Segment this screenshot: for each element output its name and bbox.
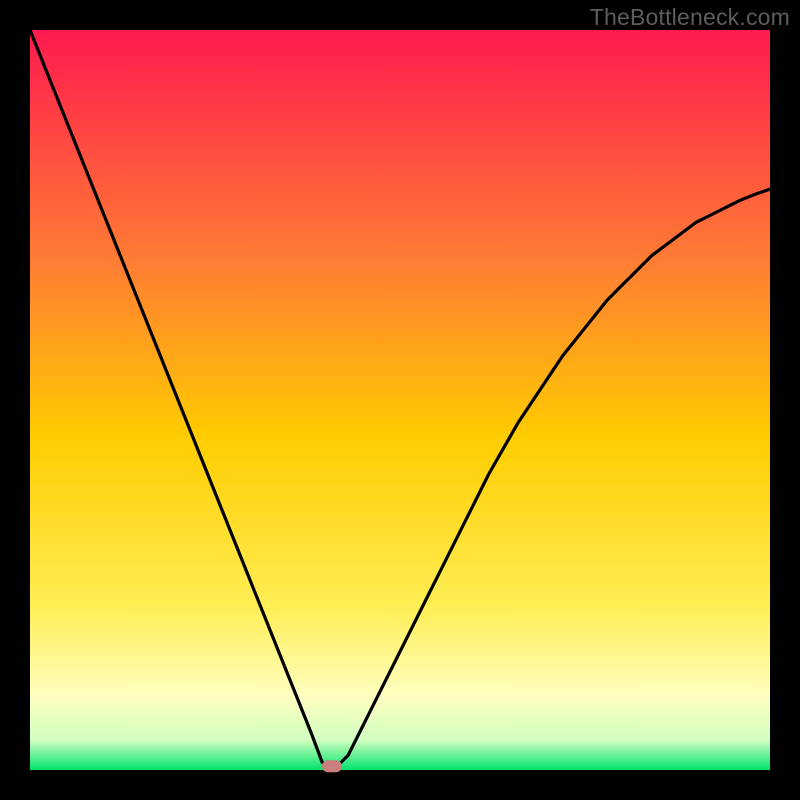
- optimal-marker: [322, 760, 342, 772]
- bottleneck-chart: TheBottleneck.com: [0, 0, 800, 800]
- watermark: TheBottleneck.com: [590, 4, 790, 31]
- plot-background: [30, 30, 770, 770]
- chart-svg: [0, 0, 800, 800]
